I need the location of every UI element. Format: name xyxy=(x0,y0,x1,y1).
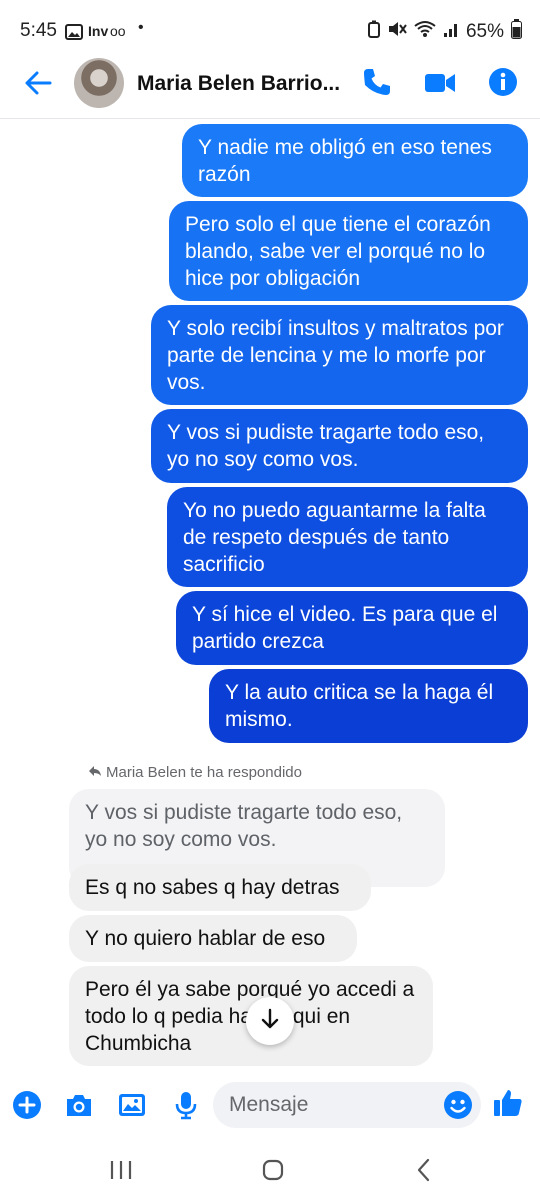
notification-dot: • xyxy=(138,19,144,36)
header-divider xyxy=(0,118,540,119)
status-bar: 5:45 Inv oo • 65% xyxy=(0,0,540,58)
signal-icon xyxy=(443,20,459,44)
incoming-message[interactable]: Es q no sabes q hay detras xyxy=(69,864,371,911)
reply-arrow-icon xyxy=(88,764,102,781)
battery-text: 65% xyxy=(465,21,504,42)
recent-apps-icon[interactable] xyxy=(103,1154,139,1186)
outgoing-message[interactable]: Yo no puedo aguantarme la falta de respe… xyxy=(167,487,528,587)
back-arrow-icon[interactable] xyxy=(24,69,52,97)
outgoing-message[interactable]: Pero solo el que tiene el corazón blando… xyxy=(169,201,528,301)
video-camera-icon[interactable] xyxy=(423,66,457,100)
plus-icon[interactable] xyxy=(12,1090,42,1120)
composer-bar xyxy=(0,1078,540,1134)
incoming-message[interactable]: Y no quiero hablar de eso xyxy=(69,915,357,962)
thumbs-up-icon[interactable] xyxy=(492,1087,524,1119)
emoji-icon[interactable] xyxy=(443,1090,473,1120)
mute-icon xyxy=(387,20,407,44)
outgoing-message[interactable]: Y sí hice el video. Es para que el parti… xyxy=(176,591,528,665)
chat-header: Maria Belen Barrio... xyxy=(0,58,540,116)
message-input[interactable] xyxy=(213,1082,481,1128)
system-nav-bar xyxy=(0,1140,540,1200)
status-right: 65% xyxy=(367,19,522,45)
status-time: 5:45 xyxy=(20,20,57,41)
carrier-text: Inv xyxy=(88,23,109,39)
info-icon[interactable] xyxy=(487,66,521,100)
outgoing-message[interactable]: Y vos si pudiste tragarte todo eso, yo n… xyxy=(151,409,528,483)
outgoing-message[interactable]: Y solo recibí insultos y maltratos por p… xyxy=(151,305,528,405)
microphone-icon[interactable] xyxy=(171,1090,201,1120)
reply-indicator: Maria Belen te ha respondido xyxy=(88,764,302,781)
contact-avatar[interactable] xyxy=(74,58,124,108)
outgoing-message[interactable]: Y la auto critica se la haga él mismo. xyxy=(209,669,528,743)
scroll-down-button[interactable] xyxy=(246,997,294,1045)
home-icon[interactable] xyxy=(255,1154,291,1186)
contact-name[interactable]: Maria Belen Barrio... xyxy=(137,72,347,96)
battery-saver-icon xyxy=(367,20,380,44)
camera-icon[interactable] xyxy=(64,1090,94,1120)
voicemail-icon: oo xyxy=(110,23,126,39)
back-nav-icon[interactable] xyxy=(406,1154,442,1186)
arrow-down-icon xyxy=(260,1008,280,1035)
gallery-icon[interactable] xyxy=(117,1090,147,1120)
battery-icon xyxy=(511,19,522,45)
phone-icon[interactable] xyxy=(361,66,395,100)
outgoing-message[interactable]: Y nadie me obligó en eso tenes razón xyxy=(182,124,528,197)
wifi-icon xyxy=(414,20,436,44)
reply-label: Maria Belen te ha respondido xyxy=(106,764,302,781)
gallery-notification-icon xyxy=(65,24,83,45)
